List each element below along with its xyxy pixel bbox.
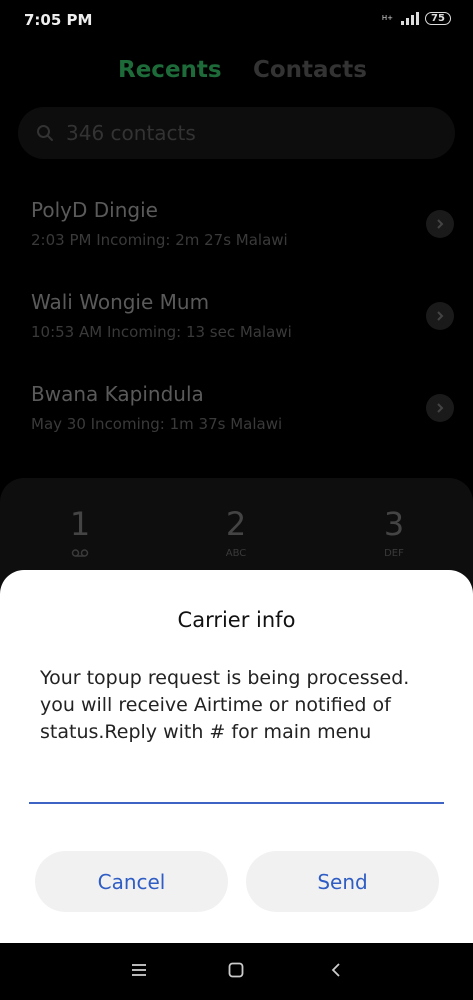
chevron-right-icon[interactable] — [426, 394, 454, 422]
battery-level: 75 — [431, 12, 445, 24]
carrier-info-dialog: Carrier info Your topup request is being… — [0, 570, 473, 943]
reply-input[interactable] — [29, 758, 444, 804]
call-log-item[interactable]: PolyD Dingie 2:03 PM Incoming: 2m 27s Ma… — [0, 198, 473, 278]
dial-key-digit: 1 — [69, 505, 91, 543]
contact-name: Wali Wongie Mum — [31, 290, 210, 314]
signal-icon — [401, 11, 419, 25]
call-detail: May 30 Incoming: 1m 37s Malawi — [31, 415, 283, 433]
search-icon — [36, 124, 54, 146]
status-icons: H+ 75 — [382, 11, 451, 25]
dialog-message: Your topup request is being processed. y… — [40, 667, 410, 743]
dial-key-digit: 3 — [383, 505, 405, 543]
contact-name: PolyD Dingie — [31, 198, 158, 222]
cancel-button[interactable]: Cancel — [35, 851, 228, 912]
search-placeholder: 346 contacts — [66, 121, 196, 145]
dial-key-1[interactable]: 1 — [40, 506, 120, 560]
dial-key-letters: ABC — [225, 548, 247, 559]
home-icon[interactable] — [228, 962, 244, 982]
dial-key-3[interactable]: 3 DEF — [354, 506, 434, 560]
dial-key-digit: 2 — [225, 505, 247, 543]
back-icon[interactable] — [330, 962, 342, 982]
tab-contacts[interactable]: Contacts — [253, 57, 367, 83]
call-detail: 10:53 AM Incoming: 13 sec Malawi — [31, 323, 292, 341]
status-time: 7:05 PM — [24, 11, 93, 29]
status-bar: 7:05 PM H+ 75 — [0, 0, 473, 38]
call-log-item[interactable]: Wali Wongie Mum 10:53 AM Incoming: 13 se… — [0, 290, 473, 370]
chevron-right-icon[interactable] — [426, 302, 454, 330]
call-detail: 2:03 PM Incoming: 2m 27s Malawi — [31, 231, 288, 249]
contact-name: Bwana Kapindula — [31, 382, 204, 406]
battery-icon: 75 — [425, 11, 451, 25]
call-log-item[interactable]: Bwana Kapindula May 30 Incoming: 1m 37s … — [0, 382, 473, 462]
menu-icon[interactable] — [131, 962, 147, 981]
send-button[interactable]: Send — [246, 851, 439, 912]
voicemail-icon — [40, 548, 120, 560]
dial-key-letters: DEF — [384, 548, 404, 559]
network-type-label: H+ — [381, 13, 393, 22]
navigation-bar — [0, 943, 473, 1000]
search-bar[interactable]: 346 contacts — [18, 107, 455, 159]
tab-recents[interactable]: Recents — [118, 57, 222, 83]
dial-key-2[interactable]: 2 ABC — [196, 506, 276, 560]
dialog-title: Carrier info — [177, 608, 296, 632]
chevron-right-icon[interactable] — [426, 210, 454, 238]
